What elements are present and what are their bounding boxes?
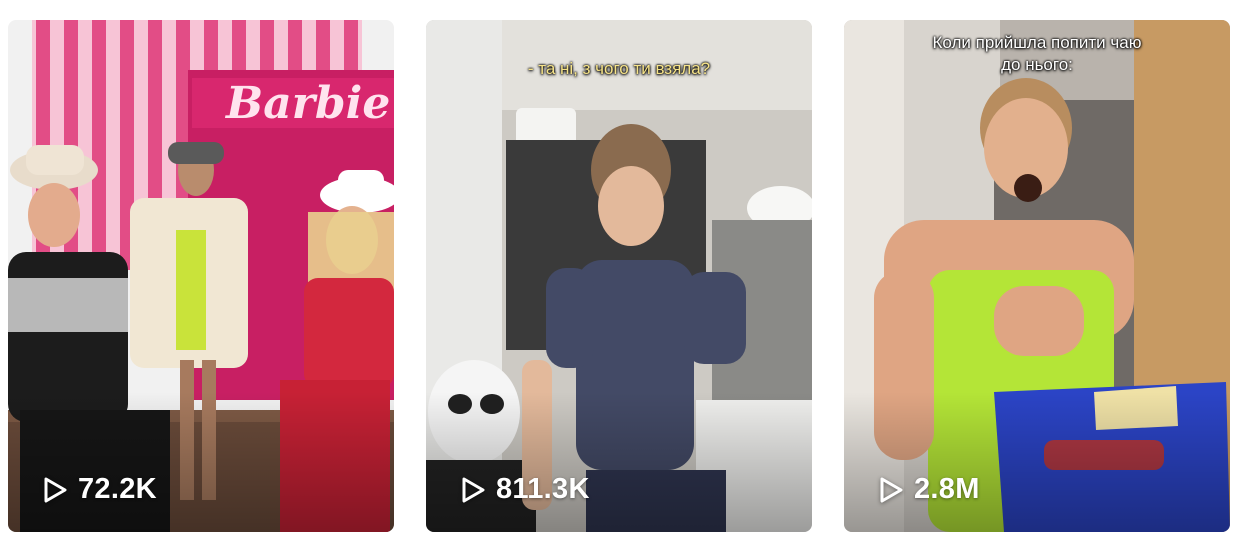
view-count-value: 811.3K	[496, 473, 590, 505]
video-caption-line-1: Коли прийшла попити чаю	[932, 33, 1142, 52]
video-caption-line-2: до нього:	[1001, 55, 1073, 74]
view-count: 811.3K	[460, 473, 590, 506]
video-card-3[interactable]: Коли прийшла попити чаю до нього: 2.8M	[844, 20, 1230, 532]
video-grid: Barbie 72.2K - та ні, з чого ти взяла? 8…	[0, 0, 1246, 546]
video-card-1[interactable]: Barbie 72.2K	[8, 20, 394, 532]
video-card-2[interactable]: - та ні, з чого ти взяла? 811.3K	[426, 20, 812, 532]
video-caption: Коли прийшла попити чаю до нього:	[844, 32, 1230, 76]
play-icon	[880, 477, 903, 502]
view-count: 2.8M	[878, 473, 980, 506]
view-count-value: 72.2K	[78, 473, 157, 505]
play-icon	[462, 477, 485, 502]
video-thumbnail[interactable]	[844, 20, 1230, 532]
video-thumbnail[interactable]	[426, 20, 812, 532]
view-count-value: 2.8M	[914, 473, 980, 505]
barbie-sign: Barbie	[224, 78, 390, 129]
video-thumbnail[interactable]: Barbie	[8, 20, 394, 532]
view-count: 72.2K	[42, 473, 157, 506]
play-icon	[44, 477, 67, 502]
video-caption: - та ні, з чого ти взяла?	[527, 59, 711, 78]
